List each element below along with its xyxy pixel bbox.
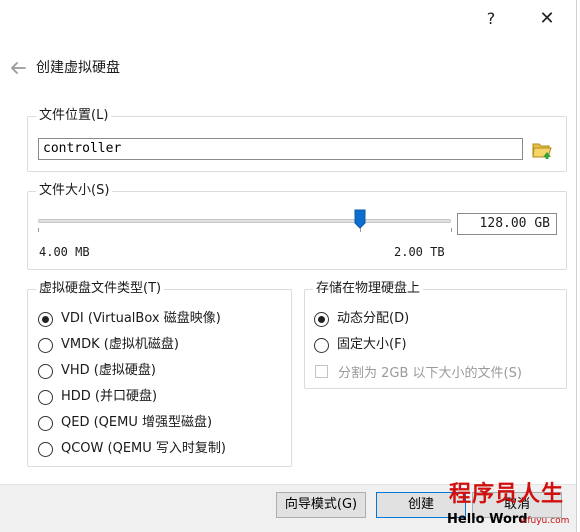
watermark-logo: 程序员人生 <box>449 482 565 507</box>
radio-button[interactable] <box>38 363 53 379</box>
radio-button[interactable] <box>314 337 329 353</box>
disk-type-option-qed[interactable]: QED (QEMU 增强型磁盘) <box>38 413 212 433</box>
radio-button[interactable] <box>38 441 53 457</box>
radio-button[interactable] <box>38 415 53 431</box>
storage-option-label: 固定大小(F) <box>337 337 407 352</box>
radio-button[interactable] <box>38 311 53 327</box>
slider-tick <box>451 228 452 232</box>
disk-type-option-vhd[interactable]: VHD (虚拟硬盘) <box>38 361 156 381</box>
file-location-input[interactable]: controller <box>38 138 523 160</box>
title-bar: ? ✕ <box>0 0 580 40</box>
watermark-url: wfuyu.com <box>520 516 570 526</box>
size-value-input[interactable]: 128.00 GB <box>457 213 557 235</box>
size-min-label: 4.00 MB <box>39 245 90 259</box>
disk-type-option-label: VDI (VirtualBox 磁盘映像) <box>61 311 221 326</box>
storage-option-label: 动态分配(D) <box>337 311 410 326</box>
disk-type-option-label: VMDK (虚拟机磁盘) <box>61 337 179 352</box>
radio-button[interactable] <box>38 337 53 353</box>
split-files-checkbox[interactable] <box>315 364 328 378</box>
folder-open-icon[interactable] <box>531 139 553 161</box>
disk-type-option-label: VHD (虚拟硬盘) <box>61 363 156 378</box>
close-button[interactable]: ✕ <box>532 4 562 34</box>
size-slider-track[interactable] <box>38 219 451 223</box>
window-border <box>576 0 577 532</box>
slider-tick <box>38 228 39 232</box>
watermark-subtext: Hello Word <box>447 512 528 527</box>
expert-mode-button[interactable]: 向导模式(G) <box>276 492 366 518</box>
radio-button[interactable] <box>314 311 329 327</box>
page-title: 创建虚拟硬盘 <box>36 60 120 76</box>
storage-option-dynamic[interactable]: 动态分配(D) <box>314 309 409 329</box>
help-button[interactable]: ? <box>476 4 506 34</box>
split-files-checkbox-row[interactable]: 分割为 2GB 以下大小的文件(S) <box>315 361 522 381</box>
size-slider-handle[interactable] <box>354 209 366 229</box>
storage-label: 存储在物理硬盘上 <box>313 281 424 297</box>
wizard-header: 创建虚拟硬盘 <box>0 50 576 86</box>
disk-type-label: 虚拟硬盘文件类型(T) <box>36 281 165 297</box>
file-size-label: 文件大小(S) <box>36 183 113 199</box>
disk-type-option-label: HDD (并口硬盘) <box>61 389 158 404</box>
disk-type-option-hdd[interactable]: HDD (并口硬盘) <box>38 387 157 407</box>
size-max-label: 2.00 TB <box>394 245 445 259</box>
file-location-label: 文件位置(L) <box>36 108 112 124</box>
split-files-label: 分割为 2GB 以下大小的文件(S) <box>338 365 522 381</box>
disk-type-option-vdi[interactable]: VDI (VirtualBox 磁盘映像) <box>38 309 221 329</box>
arrow-left-icon[interactable] <box>8 58 28 78</box>
radio-button[interactable] <box>38 389 53 405</box>
storage-option-fixed[interactable]: 固定大小(F) <box>314 335 407 355</box>
disk-type-option-label: QCOW (QEMU 写入时复制) <box>61 441 226 456</box>
disk-type-option-vmdk[interactable]: VMDK (虚拟机磁盘) <box>38 335 179 355</box>
disk-type-option-qcow[interactable]: QCOW (QEMU 写入时复制) <box>38 439 226 459</box>
disk-type-option-label: QED (QEMU 增强型磁盘) <box>61 415 213 430</box>
